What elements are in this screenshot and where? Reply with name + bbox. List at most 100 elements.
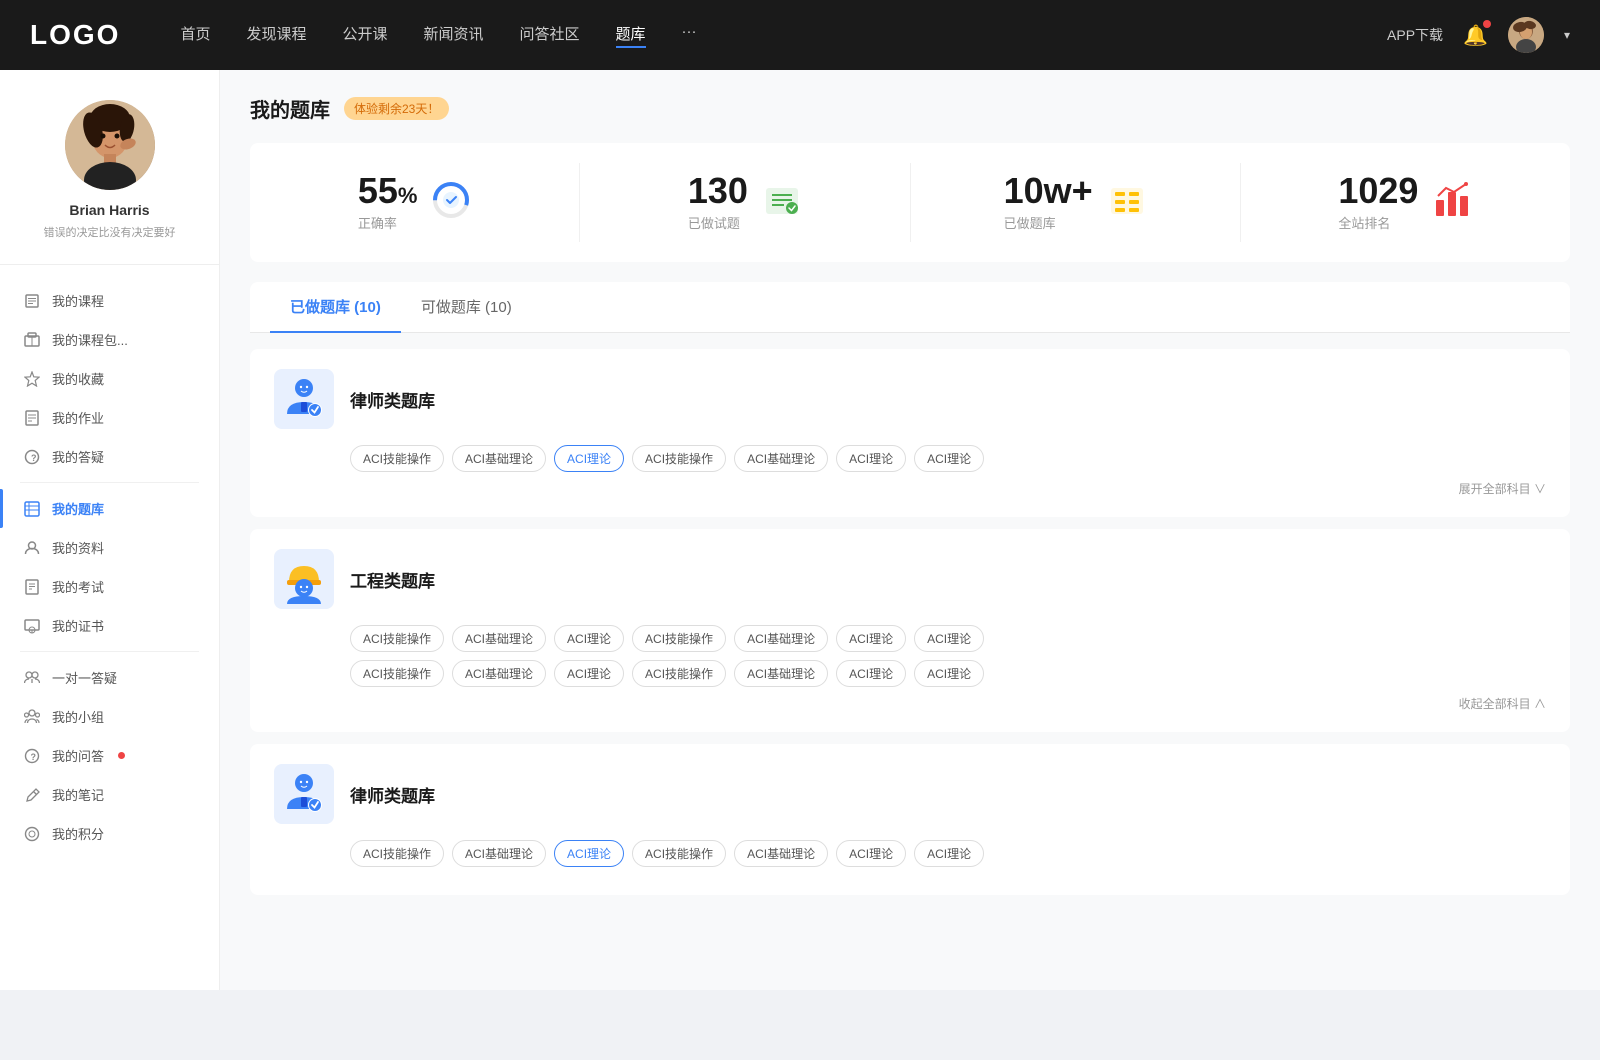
tag-2[interactable]: ACI理论 [554, 445, 624, 472]
qbank-card-lawyer-2: 律师类题库 ACI技能操作 ACI基础理论 ACI理论 ACI技能操作 ACI基… [250, 744, 1570, 895]
eng-tag-r2-2[interactable]: ACI理论 [554, 660, 624, 687]
avatar-img [1508, 17, 1544, 53]
l2-tag-3[interactable]: ACI技能操作 [632, 840, 726, 867]
tags-row-engineer-2: ACI技能操作 ACI基础理论 ACI理论 ACI技能操作 ACI基础理论 AC… [350, 660, 1546, 687]
eng-tag-r1-4[interactable]: ACI基础理论 [734, 625, 828, 652]
sidebar-item-my-group[interactable]: 我的小组 [0, 697, 219, 736]
sidebar-item-my-cert[interactable]: 我的证书 [0, 606, 219, 645]
sidebar-label-my-exam: 我的考试 [52, 577, 104, 596]
accuracy-label: 正确率 [358, 213, 418, 232]
eng-tag-r1-2[interactable]: ACI理论 [554, 625, 624, 652]
star-icon [24, 371, 40, 387]
l2-tag-6[interactable]: ACI理论 [914, 840, 984, 867]
sidebar-item-my-profile[interactable]: 我的资料 [0, 528, 219, 567]
eng-tag-r2-1[interactable]: ACI基础理论 [452, 660, 546, 687]
logo[interactable]: LOGO [30, 19, 120, 51]
questions-icon: ? [24, 748, 40, 764]
ranking-value: 1029 [1338, 173, 1418, 209]
l2-tag-2[interactable]: ACI理论 [554, 840, 624, 867]
user-avatar-nav[interactable] [1508, 17, 1544, 53]
eng-tag-r1-3[interactable]: ACI技能操作 [632, 625, 726, 652]
nav-more[interactable]: ··· [682, 23, 697, 48]
package-icon [24, 332, 40, 348]
one-on-one-icon [24, 670, 40, 686]
eng-tag-r2-0[interactable]: ACI技能操作 [350, 660, 444, 687]
sidebar-item-my-package[interactable]: 我的课程包... [0, 320, 219, 359]
tag-1[interactable]: ACI基础理论 [452, 445, 546, 472]
app-download-btn[interactable]: APP下载 [1387, 25, 1443, 45]
page-title: 我的题库 [250, 94, 330, 123]
page-header: 我的题库 体验剩余23天！ [250, 94, 1570, 123]
qbank-icon [24, 501, 40, 517]
navbar-right: APP下载 🔔 ▾ [1387, 17, 1570, 53]
stat-number-banks: 10w+ 已做题库 [1004, 173, 1093, 232]
l2-tag-1[interactable]: ACI基础理论 [452, 840, 546, 867]
notes-icon [24, 787, 40, 803]
stat-done-questions: 130 已做试题 [580, 163, 910, 242]
user-dropdown-chevron[interactable]: ▾ [1564, 28, 1570, 42]
l2-tag-5[interactable]: ACI理论 [836, 840, 906, 867]
tag-0[interactable]: ACI技能操作 [350, 445, 444, 472]
tag-5[interactable]: ACI理论 [836, 445, 906, 472]
qbank-card-engineer: 工程类题库 ACI技能操作 ACI基础理论 ACI理论 ACI技能操作 ACI基… [250, 529, 1570, 732]
tabs: 已做题库 (10) 可做题库 (10) [250, 282, 1570, 333]
eng-tag-r2-6[interactable]: ACI理论 [914, 660, 984, 687]
sidebar: Brian Harris 错误的决定比没有决定要好 我的课程 我的课程包... [0, 70, 220, 990]
sidebar-item-my-qa[interactable]: ? 我的答疑 [0, 437, 219, 476]
tag-4[interactable]: ACI基础理论 [734, 445, 828, 472]
bell-icon: 🔔 [1463, 25, 1488, 47]
tab-available[interactable]: 可做题库 (10) [401, 282, 532, 333]
trial-badge: 体验剩余23天！ [344, 97, 449, 120]
eng-tag-r1-1[interactable]: ACI基础理论 [452, 625, 546, 652]
qbank-title-2: 工程类题库 [350, 567, 435, 592]
tab-done[interactable]: 已做题库 (10) [270, 282, 401, 333]
expand-btn-1[interactable]: 展开全部科目 ∨ [274, 480, 1546, 497]
tag-6[interactable]: ACI理论 [914, 445, 984, 472]
eng-tag-r2-5[interactable]: ACI理论 [836, 660, 906, 687]
questions-dot [118, 752, 125, 759]
eng-tag-r1-6[interactable]: ACI理论 [914, 625, 984, 652]
eng-tag-r2-4[interactable]: ACI基础理论 [734, 660, 828, 687]
sidebar-label-my-qbank: 我的题库 [52, 499, 104, 518]
sidebar-item-my-notes[interactable]: 我的笔记 [0, 775, 219, 814]
l2-tag-4[interactable]: ACI基础理论 [734, 840, 828, 867]
qbank-header-2: 工程类题库 [274, 549, 1546, 609]
notification-bell[interactable]: 🔔 [1463, 23, 1488, 48]
group-icon [24, 709, 40, 725]
qbank-icon-lawyer-1 [274, 369, 334, 429]
sidebar-item-my-exam[interactable]: 我的考试 [0, 567, 219, 606]
sidebar-label-my-points: 我的积分 [52, 824, 104, 843]
eng-tag-r1-0[interactable]: ACI技能操作 [350, 625, 444, 652]
avatar-image [65, 100, 155, 190]
stat-ranking: 1029 全站排名 [1241, 163, 1570, 242]
nav-home[interactable]: 首页 [180, 23, 210, 48]
tag-3[interactable]: ACI技能操作 [632, 445, 726, 472]
eng-tag-r1-5[interactable]: ACI理论 [836, 625, 906, 652]
l2-tag-0[interactable]: ACI技能操作 [350, 840, 444, 867]
nav-qbank[interactable]: 题库 [616, 23, 646, 48]
sidebar-item-my-qbank[interactable]: 我的题库 [0, 489, 219, 528]
eng-tag-r2-3[interactable]: ACI技能操作 [632, 660, 726, 687]
sidebar-item-one-on-one[interactable]: 一对一答疑 [0, 658, 219, 697]
sidebar-label-my-notes: 我的笔记 [52, 785, 104, 804]
notification-badge [1483, 20, 1491, 28]
sidebar-label-one-on-one: 一对一答疑 [52, 668, 117, 687]
sidebar-item-my-collection[interactable]: 我的收藏 [0, 359, 219, 398]
stat-number-done: 130 已做试题 [688, 173, 748, 232]
sidebar-item-my-homework[interactable]: 我的作业 [0, 398, 219, 437]
sidebar-item-my-course[interactable]: 我的课程 [0, 281, 219, 320]
nav-news[interactable]: 新闻资讯 [424, 23, 484, 48]
nav-opencourse[interactable]: 公开课 [342, 23, 387, 48]
qbank-title-1: 律师类题库 [350, 387, 435, 412]
sidebar-label-my-questions: 我的问答 [52, 746, 104, 765]
sidebar-divider-2 [20, 651, 199, 652]
nav-discover[interactable]: 发现课程 [246, 23, 306, 48]
main-content: 我的题库 体验剩余23天！ 55% 正确率 [220, 70, 1600, 990]
sidebar-item-my-points[interactable]: 我的积分 [0, 814, 219, 853]
sidebar-divider-1 [20, 482, 199, 483]
sidebar-label-my-course: 我的课程 [52, 291, 104, 310]
sidebar-item-my-questions[interactable]: ? 我的问答 [0, 736, 219, 775]
collapse-btn-2[interactable]: 收起全部科目 ∧ [274, 695, 1546, 712]
qbank-icon-engineer [274, 549, 334, 609]
nav-qa[interactable]: 问答社区 [520, 23, 580, 48]
